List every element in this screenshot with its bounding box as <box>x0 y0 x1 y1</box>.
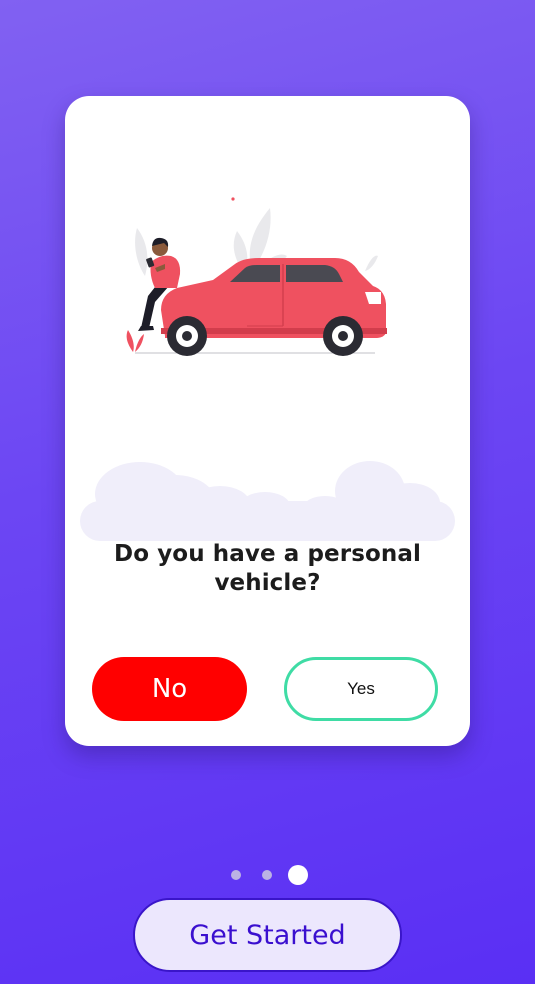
page-dot-1[interactable] <box>231 870 241 880</box>
page-indicator <box>0 864 535 886</box>
page-dot-2[interactable] <box>262 870 272 880</box>
clouds-decoration <box>80 461 455 541</box>
person-on-car-illustration <box>80 197 455 541</box>
page-dot-3-active[interactable] <box>288 865 308 885</box>
get-started-button[interactable]: Get Started <box>133 898 402 972</box>
question-title: Do you have a personal vehicle? <box>114 541 421 596</box>
question-card: Do you have a personal vehicle? No Yes <box>65 96 470 746</box>
car-shape <box>161 258 387 356</box>
small-plant <box>126 330 144 352</box>
yes-button[interactable]: Yes <box>284 657 438 721</box>
no-button[interactable]: No <box>92 657 247 721</box>
